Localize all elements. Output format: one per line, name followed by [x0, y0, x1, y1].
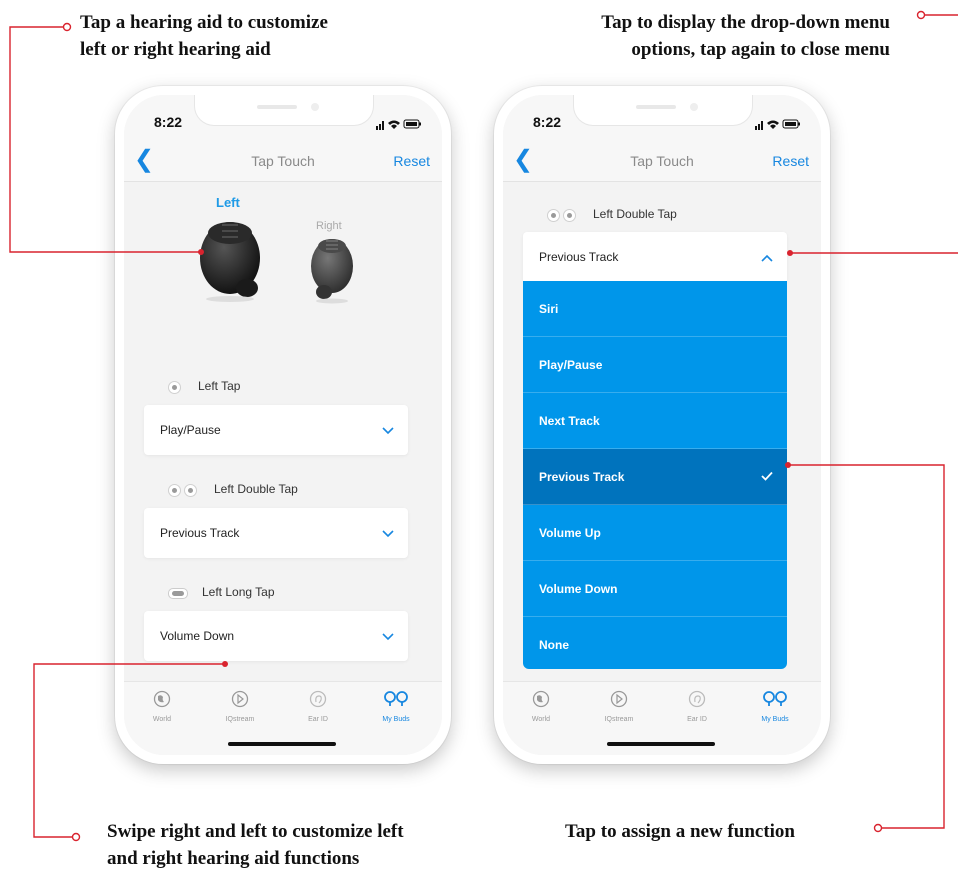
stream-icon [231, 690, 249, 708]
callout-assign: Tap to assign a new function [565, 818, 795, 845]
dropdown-option[interactable]: Volume Up [523, 505, 787, 561]
notch [194, 95, 374, 126]
phone-screen: 8:22 ❮ Tap Touch Reset Left Right Left T… [124, 95, 442, 755]
callout-line-1: Tap a hearing aid to customize [80, 12, 328, 33]
buds-icon [763, 691, 787, 706]
callout-line-2: options, tap again to close menu [631, 39, 890, 60]
ear-id-icon [309, 690, 327, 708]
tab-ear-id[interactable]: Ear ID [667, 690, 727, 723]
status-bar: 8:22 [124, 95, 442, 141]
double-tap-icon [168, 483, 200, 497]
tab-bar: World IQstream Ear ID My Buds [503, 681, 821, 755]
left-long-tap-select[interactable]: Volume Down [144, 611, 408, 661]
nav-bar: ❮ Tap Touch Reset [503, 141, 821, 182]
ear-id-icon [688, 690, 706, 708]
tab-my-buds[interactable]: My Buds [366, 690, 426, 723]
dropdown-option[interactable]: None [523, 617, 787, 669]
left-double-tap-label: Left Double Tap [168, 482, 298, 497]
callout-tap-hearing-aid: Tap a hearing aid to customize left or r… [80, 9, 328, 63]
chevron-down-icon [382, 422, 394, 440]
status-icons [755, 117, 801, 135]
home-indicator[interactable] [607, 742, 715, 746]
tab-bar: World IQstream Ear ID My Buds [124, 681, 442, 755]
dropdown-header[interactable]: Previous Track [523, 232, 787, 281]
callout-line-2: left or right hearing aid [80, 39, 271, 60]
callout-line-1: Tap to assign a new function [565, 821, 795, 842]
dropdown-option[interactable]: Volume Down [523, 561, 787, 617]
phone-left: 8:22 ❮ Tap Touch Reset Left Right Left T… [115, 86, 451, 764]
phone-screen: 8:22 ❮ Tap Touch Reset Left Double Tap P… [503, 95, 821, 755]
tab-iqstream[interactable]: IQstream [589, 690, 649, 723]
home-indicator[interactable] [228, 742, 336, 746]
callout-line-1: Tap to display the drop-down menu [601, 12, 890, 33]
dropdown-option[interactable]: Play/Pause [523, 337, 787, 393]
left-double-tap-select[interactable]: Previous Track [144, 508, 408, 558]
left-tap-label: Left Tap [168, 379, 240, 394]
left-hearing-aid[interactable] [192, 213, 272, 303]
status-time: 8:22 [533, 114, 562, 130]
long-tap-icon [168, 586, 188, 600]
right-earbud-icon [311, 239, 353, 304]
chevron-down-icon [382, 525, 394, 543]
callout-dropdown: Tap to display the drop-down menu option… [520, 9, 890, 63]
status-bar: 8:22 [503, 95, 821, 141]
dropdown-menu: Siri Play/Pause Next Track Previous Trac… [523, 281, 787, 669]
stream-icon [610, 690, 628, 708]
left-bud-label: Left [216, 195, 240, 210]
tab-world[interactable]: World [511, 690, 571, 723]
right-hearing-aid[interactable] [304, 230, 360, 305]
globe-icon [532, 690, 550, 708]
nav-bar: ❮ Tap Touch Reset [124, 141, 442, 182]
double-tap-icon [547, 208, 579, 222]
dropdown-option-selected[interactable]: Previous Track [523, 449, 787, 505]
checkmark-icon [761, 468, 773, 486]
chevron-up-icon [761, 249, 773, 267]
reset-button[interactable]: Reset [393, 153, 430, 169]
tab-ear-id[interactable]: Ear ID [288, 690, 348, 723]
buds-icon [384, 691, 408, 706]
tab-world[interactable]: World [132, 690, 192, 723]
phone-right: 8:22 ❮ Tap Touch Reset Left Double Tap P… [494, 86, 830, 764]
callout-swipe: Swipe right and left to customize left a… [107, 818, 404, 872]
left-long-tap-label: Left Long Tap [168, 585, 275, 600]
reset-button[interactable]: Reset [772, 153, 809, 169]
globe-icon [153, 690, 171, 708]
status-time: 8:22 [154, 114, 183, 130]
dropdown-option[interactable]: Next Track [523, 393, 787, 449]
left-double-tap-label: Left Double Tap [547, 207, 677, 222]
dropdown-option[interactable]: Siri [523, 281, 787, 337]
callout-line-1: Swipe right and left to customize left [107, 821, 404, 842]
tab-iqstream[interactable]: IQstream [210, 690, 270, 723]
single-tap-icon [168, 380, 184, 394]
left-tap-select[interactable]: Play/Pause [144, 405, 408, 455]
status-icons [376, 117, 422, 135]
left-earbud-icon [200, 222, 260, 302]
chevron-down-icon [382, 628, 394, 646]
callout-line-2: and right hearing aid functions [107, 848, 360, 869]
tab-my-buds[interactable]: My Buds [745, 690, 805, 723]
notch [573, 95, 753, 126]
